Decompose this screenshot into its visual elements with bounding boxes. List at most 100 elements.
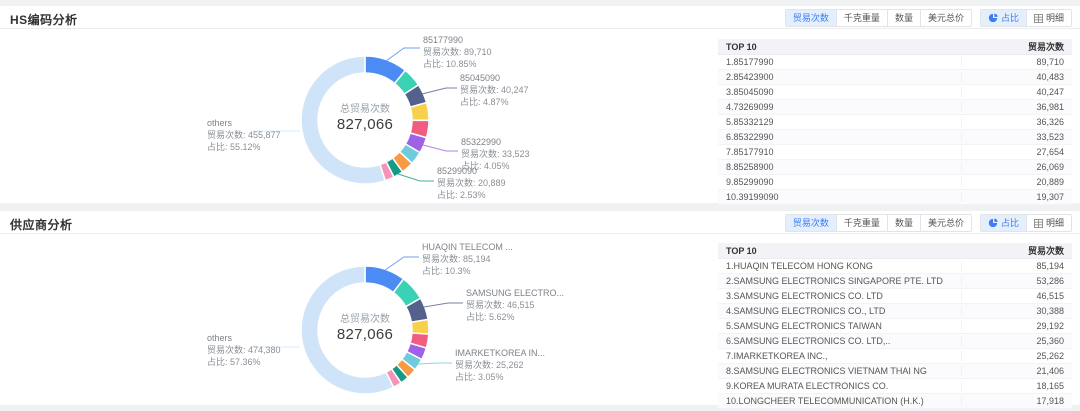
table-row: 4.7326909936,981 bbox=[718, 100, 1072, 115]
table-cell-label: 3.85045090 bbox=[718, 87, 962, 97]
panel-hs-code-analysis: HS编码分析 贸易次数千克重量数量美元总价 占比 明细 总 bbox=[0, 6, 1080, 203]
donut-callout-others: others 贸易次数: 474,380 占比: 57.36% bbox=[207, 332, 281, 368]
table-cell-label: 4.SAMSUNG ELECTRONICS CO., LTD bbox=[718, 306, 962, 316]
donut-callout: 85299090 贸易次数: 20,889 占比: 2.53% bbox=[437, 165, 506, 201]
top10-table-suppliers: TOP 10贸易次数1.HUAQIN TELECOM HONG KONG85,1… bbox=[718, 243, 1072, 409]
table-cell-value: 25,262 bbox=[962, 351, 1072, 361]
detail-view-label: 明细 bbox=[1046, 11, 1064, 25]
table-row: 3.8504509040,247 bbox=[718, 85, 1072, 100]
table-row: 2.8542390040,483 bbox=[718, 70, 1072, 85]
donut-chart-suppliers[interactable] bbox=[0, 211, 710, 405]
table-cell-value: 89,710 bbox=[962, 57, 1072, 67]
ratio-view-button[interactable]: 占比 bbox=[981, 10, 1026, 26]
table-cell-value: 18,165 bbox=[962, 381, 1072, 391]
table-row: 9.KOREA MURATA ELECTRONICS CO.18,165 bbox=[718, 379, 1072, 394]
table-row: 1.8517799089,710 bbox=[718, 55, 1072, 70]
grid-icon bbox=[1034, 14, 1043, 23]
table-cell-value: 21,406 bbox=[962, 366, 1072, 376]
metric-button-3[interactable]: 数量 bbox=[887, 10, 920, 26]
table-header: TOP 10贸易次数 bbox=[718, 243, 1072, 259]
donut-center-title: 总贸易次数 bbox=[305, 313, 425, 326]
table-cell-value: 85,194 bbox=[962, 261, 1072, 271]
table-row: 9.8529909020,889 bbox=[718, 175, 1072, 190]
view-toggle-group: 占比 明细 bbox=[980, 9, 1072, 27]
label-leader-line bbox=[386, 48, 420, 61]
metric-button-2[interactable]: 千克重量 bbox=[836, 10, 887, 26]
table-cell-value: 19,307 bbox=[962, 192, 1072, 202]
donut-callout: HUAQIN TELECOM ... 贸易次数: 85,194 占比: 10.3… bbox=[422, 241, 513, 277]
metric-toggle-group: 贸易次数千克重量数量美元总价 bbox=[785, 214, 972, 232]
metric-button-2[interactable]: 千克重量 bbox=[836, 215, 887, 231]
table-row: 7.8517791027,654 bbox=[718, 145, 1072, 160]
metric-button-4[interactable]: 美元总价 bbox=[920, 10, 971, 26]
table-cell-value: 30,388 bbox=[962, 306, 1072, 316]
table-row: 4.SAMSUNG ELECTRONICS CO., LTD30,388 bbox=[718, 304, 1072, 319]
view-toggle-group: 占比 明细 bbox=[980, 214, 1072, 232]
panel-title: 供应商分析 bbox=[10, 216, 73, 233]
table-cell-value: 20,889 bbox=[962, 177, 1072, 187]
detail-view-label: 明细 bbox=[1046, 216, 1064, 230]
table-cell-value: 贸易次数 bbox=[962, 40, 1072, 53]
ratio-view-button[interactable]: 占比 bbox=[981, 215, 1026, 231]
toolbar: 贸易次数千克重量数量美元总价 占比 明细 bbox=[785, 9, 1072, 27]
panel-supplier-analysis: 供应商分析 贸易次数千克重量数量美元总价 占比 明细 总贸 bbox=[0, 211, 1080, 405]
table-row: 8.SAMSUNG ELECTRONICS VIETNAM THAI NG21,… bbox=[718, 364, 1072, 379]
donut-callout: 85045090 贸易次数: 40,247 占比: 4.87% bbox=[460, 72, 529, 108]
table-cell-value: 26,069 bbox=[962, 162, 1072, 172]
table-cell-label: 5.SAMSUNG ELECTRONICS TAIWAN bbox=[718, 321, 962, 331]
top10-table-hs-codes: TOP 10贸易次数1.8517799089,7102.8542390040,4… bbox=[718, 39, 1072, 205]
metric-toggle-group: 贸易次数千克重量数量美元总价 bbox=[785, 9, 972, 27]
table-cell-value: 53,286 bbox=[962, 276, 1072, 286]
grid-icon bbox=[1034, 219, 1043, 228]
table-cell-value: 25,360 bbox=[962, 336, 1072, 346]
metric-button-4[interactable]: 美元总价 bbox=[920, 215, 971, 231]
label-leader-line bbox=[398, 174, 434, 181]
label-leader-line bbox=[423, 145, 458, 151]
toolbar: 贸易次数千克重量数量美元总价 占比 明细 bbox=[785, 214, 1072, 232]
table-row: 10.3919909019,307 bbox=[718, 190, 1072, 205]
donut-center-value: 827,066 bbox=[305, 326, 425, 344]
pie-chart-icon bbox=[988, 218, 998, 228]
donut-center-title: 总贸易次数 bbox=[305, 103, 425, 116]
ratio-view-label: 占比 bbox=[1001, 11, 1019, 25]
table-cell-value: 46,515 bbox=[962, 291, 1072, 301]
table-cell-value: 27,654 bbox=[962, 147, 1072, 157]
pie-chart-icon bbox=[988, 13, 998, 23]
table-row: 1.HUAQIN TELECOM HONG KONG85,194 bbox=[718, 259, 1072, 274]
table-cell-label: 9.85299090 bbox=[718, 177, 962, 187]
table-cell-label: 7.IMARKETKOREA INC., bbox=[718, 351, 962, 361]
table-cell-label: TOP 10 bbox=[718, 246, 962, 256]
detail-view-button[interactable]: 明细 bbox=[1026, 10, 1071, 26]
table-cell-label: 1.85177990 bbox=[718, 57, 962, 67]
table-row: 5.SAMSUNG ELECTRONICS TAIWAN29,192 bbox=[718, 319, 1072, 334]
table-cell-label: 8.85258900 bbox=[718, 162, 962, 172]
table-cell-label: 2.SAMSUNG ELECTRONICS SINGAPORE PTE. LTD bbox=[718, 276, 962, 286]
donut-callout: 85177990 贸易次数: 89,710 占比: 10.85% bbox=[423, 34, 492, 70]
donut-callout: IMARKETKOREA IN... 贸易次数: 25,262 占比: 3.05… bbox=[455, 347, 545, 383]
table-row: 2.SAMSUNG ELECTRONICS SINGAPORE PTE. LTD… bbox=[718, 274, 1072, 289]
table-cell-label: 6.85322990 bbox=[718, 132, 962, 142]
table-row: 3.SAMSUNG ELECTRONICS CO. LTD46,515 bbox=[718, 289, 1072, 304]
label-leader-line bbox=[385, 257, 419, 270]
metric-button-3[interactable]: 数量 bbox=[887, 215, 920, 231]
table-cell-label: 1.HUAQIN TELECOM HONG KONG bbox=[718, 261, 962, 271]
table-cell-label: 8.SAMSUNG ELECTRONICS VIETNAM THAI NG bbox=[718, 366, 962, 376]
table-cell-value: 40,483 bbox=[962, 72, 1072, 82]
table-row: 8.8525890026,069 bbox=[718, 160, 1072, 175]
panel-header: HS编码分析 贸易次数千克重量数量美元总价 占比 明细 bbox=[0, 6, 1080, 29]
table-cell-value: 40,247 bbox=[962, 87, 1072, 97]
detail-view-button[interactable]: 明细 bbox=[1026, 215, 1071, 231]
table-cell-label: 9.KOREA MURATA ELECTRONICS CO. bbox=[718, 381, 962, 391]
donut-callout: SAMSUNG ELECTRO... 贸易次数: 46,515 占比: 5.62… bbox=[466, 287, 564, 323]
table-cell-value: 36,981 bbox=[962, 102, 1072, 112]
donut-center-label: 总贸易次数 827,066 bbox=[305, 103, 425, 134]
metric-button-1[interactable]: 贸易次数 bbox=[786, 10, 836, 26]
panel-header: 供应商分析 贸易次数千克重量数量美元总价 占比 明细 bbox=[0, 211, 1080, 234]
metric-button-1[interactable]: 贸易次数 bbox=[786, 215, 836, 231]
table-row: 6.8532299033,523 bbox=[718, 130, 1072, 145]
table-cell-label: TOP 10 bbox=[718, 42, 962, 52]
table-row: 7.IMARKETKOREA INC.,25,262 bbox=[718, 349, 1072, 364]
table-header: TOP 10贸易次数 bbox=[718, 39, 1072, 55]
table-cell-label: 2.85423900 bbox=[718, 72, 962, 82]
label-leader-line bbox=[418, 363, 452, 364]
